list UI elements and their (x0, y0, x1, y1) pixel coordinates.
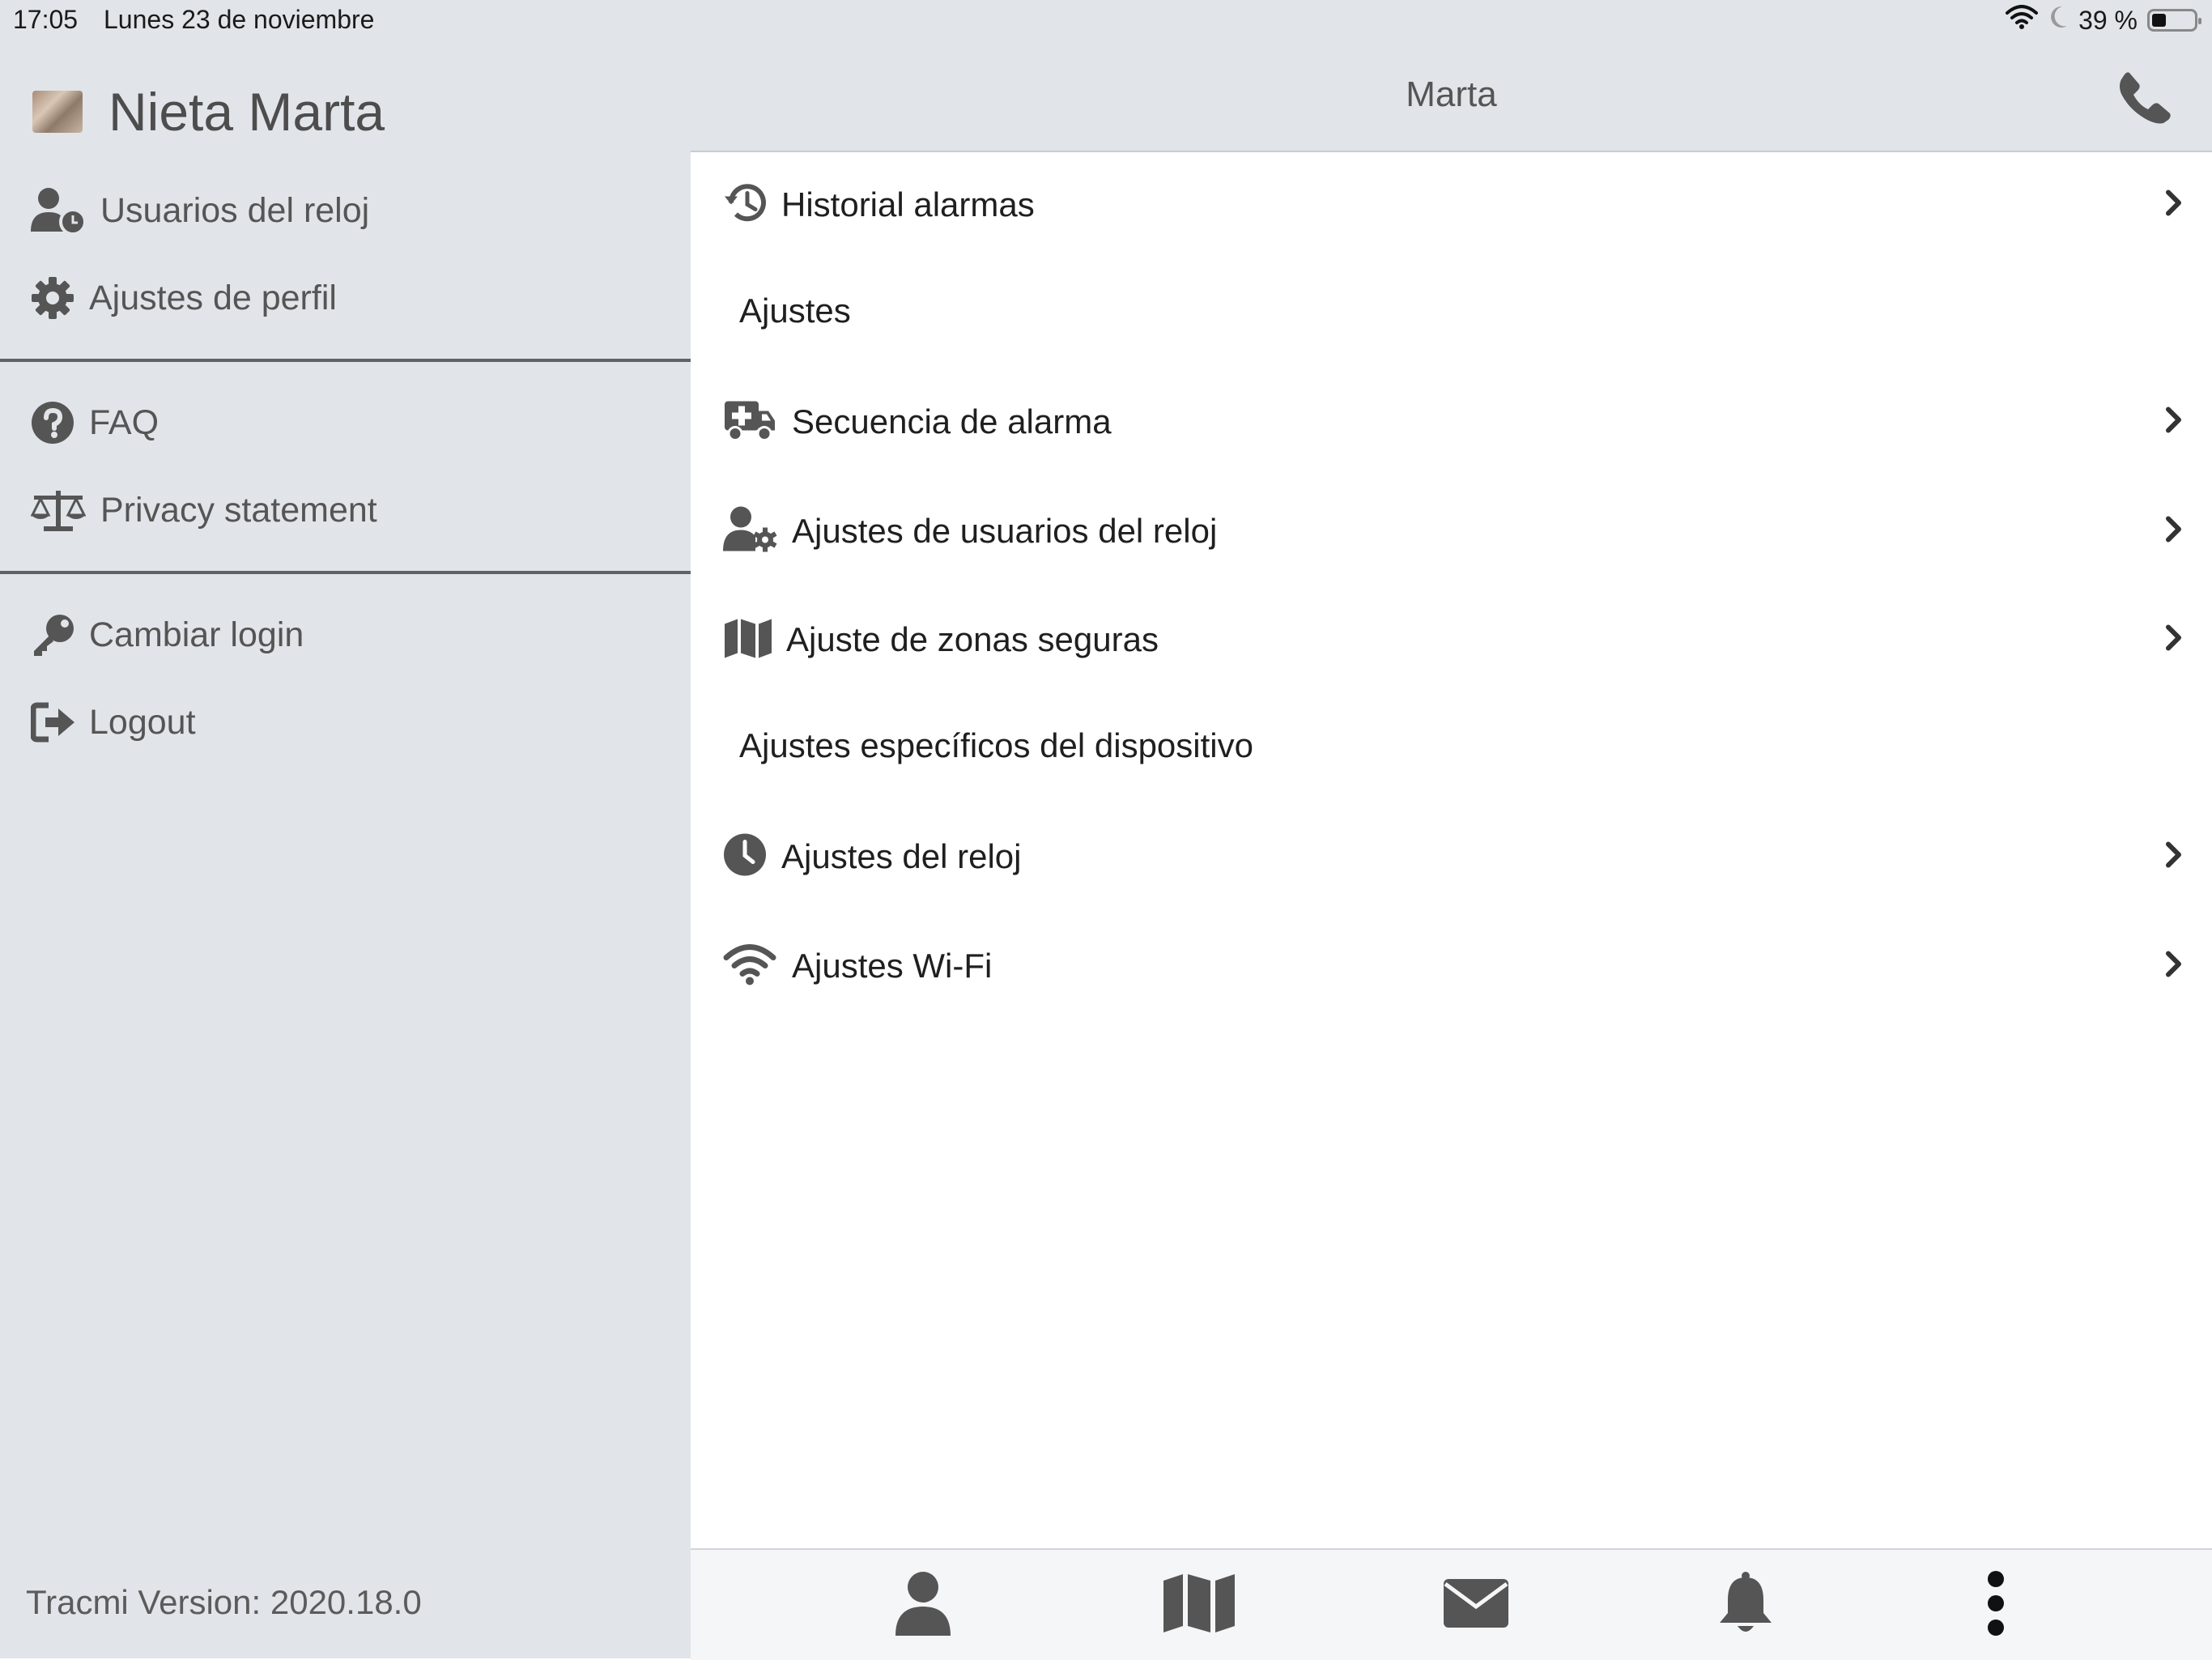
list-item-label: Ajustes de usuarios del reloj (792, 512, 1218, 550)
battery-icon (2147, 9, 2201, 32)
question-circle-icon (31, 401, 89, 445)
tab-messages[interactable] (1436, 1568, 1516, 1642)
gear-icon (31, 276, 89, 320)
sidebar-divider (0, 359, 691, 362)
list-item-label: Ajustes Wi-Fi (792, 947, 993, 985)
status-date: Lunes 23 de noviembre (104, 5, 375, 34)
user-clock-icon (31, 186, 100, 235)
list-item-alarm-sequence[interactable]: Secuencia de alarma (691, 368, 2212, 476)
list-item-label: Historial alarmas (781, 185, 1035, 223)
tab-map[interactable] (1159, 1568, 1240, 1642)
sidebar-item-change-login[interactable]: Cambiar login (31, 602, 304, 667)
tab-user[interactable] (883, 1568, 963, 1642)
key-icon (31, 612, 89, 658)
user-icon (894, 1571, 952, 1640)
sidebar-item-label: Logout (89, 702, 196, 742)
list-item-safe-zones[interactable]: Ajuste de zonas seguras (691, 585, 2212, 694)
sidebar-item-privacy[interactable]: Privacy statement (31, 478, 377, 543)
sidebar-item-watch-users[interactable]: Usuarios del reloj (31, 178, 369, 243)
sidebar-item-label: FAQ (89, 402, 160, 442)
list-item-alarm-history[interactable]: Historial alarmas (691, 151, 2212, 259)
sidebar-item-label: Ajustes de perfil (89, 278, 337, 317)
chevron-right-icon (2165, 189, 2183, 221)
map-icon (723, 618, 773, 662)
history-icon (723, 181, 768, 230)
list-item-label: Ajustes del reloj (781, 837, 1022, 875)
more-vertical-icon (1984, 1570, 2008, 1640)
profile-name: Nieta Marta (108, 82, 385, 142)
sidebar-item-label: Cambiar login (89, 615, 304, 654)
sign-out-icon (31, 702, 89, 743)
section-heading-settings: Ajustes (739, 292, 851, 330)
map-icon (1162, 1573, 1236, 1638)
avatar (32, 91, 83, 133)
list-item-watch-user-settings[interactable]: Ajustes de usuarios del reloj (691, 477, 2212, 585)
wifi-icon (723, 943, 776, 990)
sidebar-item-label: Usuarios del reloj (100, 190, 370, 230)
sidebar-item-profile-settings[interactable]: Ajustes de perfil (31, 266, 337, 330)
sidebar-divider (0, 571, 691, 574)
status-bar-right: 39 % (2006, 5, 2201, 36)
moon-icon (2048, 5, 2069, 36)
envelope-icon (1442, 1577, 1510, 1633)
page-title: Marta (1406, 74, 1497, 114)
list-item-label: Secuencia de alarma (792, 402, 1112, 441)
list-item-watch-settings[interactable]: Ajustes del reloj (691, 802, 2212, 911)
section-heading-device: Ajustes específicos del dispositivo (739, 726, 1253, 764)
list-item-wifi-settings[interactable]: Ajustes Wi-Fi (691, 912, 2212, 1020)
bell-icon (1716, 1571, 1775, 1640)
clock-icon (723, 833, 767, 881)
sidebar-item-faq[interactable]: FAQ (31, 390, 159, 455)
sidebar-item-logout[interactable]: Logout (31, 690, 196, 755)
tab-alerts[interactable] (1705, 1568, 1786, 1642)
battery-percentage: 39 % (2078, 5, 2138, 35)
sidebar-item-label: Privacy statement (100, 490, 377, 530)
header: 39 % Marta (691, 0, 2212, 152)
chevron-right-icon (2165, 951, 2183, 982)
chevron-right-icon (2165, 516, 2183, 547)
chevron-right-icon (2165, 624, 2183, 656)
list-item-label: Ajuste de zonas seguras (786, 620, 1159, 658)
sidebar: 17:05 Lunes 23 de noviembre Nieta Marta … (0, 0, 691, 1658)
status-time: 17:05 (13, 5, 79, 34)
tab-bar (691, 1548, 2212, 1660)
ambulance-icon (723, 398, 776, 446)
app-version: Tracmi Version: 2020.18.0 (26, 1583, 422, 1621)
tab-more[interactable] (1955, 1568, 2036, 1642)
main-pane: 39 % Marta Historial alarmas Ajustes Sec… (691, 0, 2212, 1660)
wifi-status-icon (2006, 5, 2039, 36)
user-gear-icon (723, 506, 778, 557)
chevron-right-icon (2165, 841, 2183, 873)
phone-icon[interactable] (2118, 70, 2173, 129)
profile-header[interactable]: Nieta Marta (32, 79, 385, 144)
chevron-right-icon (2165, 406, 2183, 438)
balance-scale-icon (31, 487, 100, 533)
